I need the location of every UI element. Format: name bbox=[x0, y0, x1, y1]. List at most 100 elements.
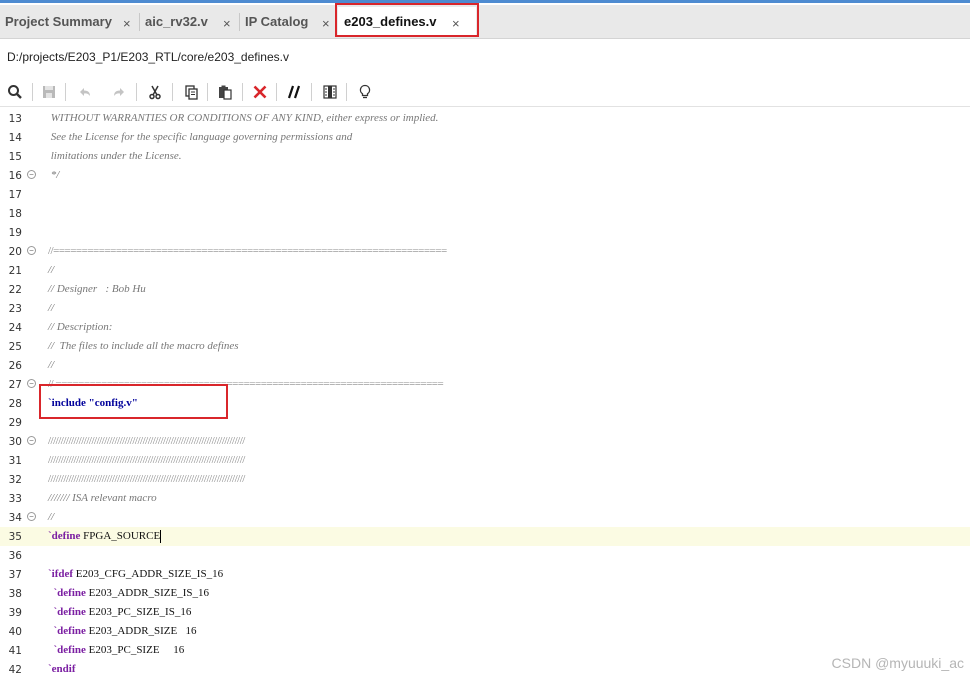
fold-toggle-icon[interactable]: − bbox=[27, 379, 36, 388]
code-line: 23 // bbox=[0, 299, 970, 318]
redo-icon[interactable] bbox=[108, 81, 130, 103]
line-text: // bbox=[48, 359, 55, 371]
search-icon[interactable] bbox=[4, 81, 26, 103]
code-line: 18 bbox=[0, 204, 970, 223]
tab-label: IP Catalog bbox=[245, 14, 309, 29]
tab-ip-catalog[interactable]: IP Catalog × bbox=[240, 7, 336, 35]
line-text: // bbox=[48, 264, 55, 276]
toolbar-separator bbox=[136, 83, 137, 101]
line-text: `define E203_PC_SIZE_IS_16 bbox=[48, 606, 192, 618]
line-number: 19 bbox=[8, 227, 22, 239]
define-keyword: `define bbox=[48, 644, 86, 656]
text-caret bbox=[160, 530, 162, 543]
code-line: 19 bbox=[0, 223, 970, 242]
line-text: `define FPGA_SOURCE bbox=[48, 530, 162, 543]
toolbar-separator bbox=[311, 83, 312, 101]
toolbar-separator bbox=[242, 83, 243, 101]
line-text: WITHOUT WARRANTIES OR CONDITIONS OF ANY … bbox=[48, 112, 439, 124]
code-line: 25 // The files to include all the macro… bbox=[0, 337, 970, 356]
line-number: 37 bbox=[8, 569, 22, 581]
quick-help-icon[interactable] bbox=[354, 81, 376, 103]
line-text: */ bbox=[48, 169, 60, 181]
code-line: 42 `endif bbox=[0, 660, 970, 679]
annotation-box-active-tab bbox=[335, 3, 479, 37]
line-text: `define E203_PC_SIZE 16 bbox=[48, 644, 185, 656]
close-icon[interactable]: × bbox=[123, 16, 131, 31]
fold-toggle-icon[interactable]: − bbox=[27, 436, 36, 445]
line-number: 13 bbox=[8, 113, 22, 125]
close-icon[interactable]: × bbox=[322, 16, 330, 31]
line-number: 14 bbox=[8, 132, 22, 144]
line-number: 36 bbox=[8, 550, 22, 562]
code-line: 30 − ///////////////////////////////////… bbox=[0, 432, 970, 451]
line-text: /////// ISA relevant macro bbox=[48, 492, 157, 504]
line-text: // bbox=[48, 302, 55, 314]
line-text: `define E203_ADDR_SIZE 16 bbox=[48, 625, 197, 637]
window-top-accent bbox=[0, 0, 970, 3]
save-icon[interactable] bbox=[38, 81, 60, 103]
code-line: 22 // Designer : Bob Hu bbox=[0, 280, 970, 299]
line-number: 22 bbox=[8, 284, 22, 296]
code-line: 15 limitations under the License. bbox=[0, 147, 970, 166]
code-line: 40 `define E203_ADDR_SIZE 16 bbox=[0, 622, 970, 641]
annotation-box-include bbox=[39, 384, 228, 419]
line-text: ////////////////////////////////////////… bbox=[48, 454, 245, 466]
code-line: 17 bbox=[0, 185, 970, 204]
ifdef-keyword: `ifdef bbox=[48, 568, 74, 580]
tab-aic-rv32[interactable]: aic_rv32.v × bbox=[140, 7, 238, 35]
code-line: 36 bbox=[0, 546, 970, 565]
code-line: 37 `ifdef E203_CFG_ADDR_SIZE_IS_16 bbox=[0, 565, 970, 584]
code-line: 26 // bbox=[0, 356, 970, 375]
line-number: 27 bbox=[8, 379, 22, 391]
define-keyword: `define bbox=[48, 606, 86, 618]
endif-keyword: `endif bbox=[48, 663, 76, 675]
code-line: 41 `define E203_PC_SIZE 16 bbox=[0, 641, 970, 660]
comment-icon[interactable] bbox=[284, 81, 306, 103]
line-number: 17 bbox=[8, 189, 22, 201]
paste-icon[interactable] bbox=[214, 81, 236, 103]
fold-toggle-icon[interactable]: − bbox=[27, 246, 36, 255]
tab-label: aic_rv32.v bbox=[145, 14, 208, 29]
line-text: `define E203_ADDR_SIZE_IS_16 bbox=[48, 587, 210, 599]
file-path: D:/projects/E203_P1/E203_RTL/core/e203_d… bbox=[7, 50, 289, 64]
code-line: 38 `define E203_ADDR_SIZE_IS_16 bbox=[0, 584, 970, 603]
code-line: 39 `define E203_PC_SIZE_IS_16 bbox=[0, 603, 970, 622]
fold-toggle-icon[interactable]: − bbox=[27, 170, 36, 179]
line-number: 21 bbox=[8, 265, 22, 277]
column-select-icon[interactable] bbox=[319, 81, 341, 103]
line-number: 39 bbox=[8, 607, 22, 619]
line-text: // bbox=[48, 511, 55, 523]
line-number: 29 bbox=[8, 417, 22, 429]
close-icon[interactable]: × bbox=[223, 16, 231, 31]
macro-name: E203_ADDR_SIZE 16 bbox=[85, 625, 197, 637]
editor-toolbar bbox=[0, 78, 970, 107]
line-number: 15 bbox=[8, 151, 22, 163]
delete-icon[interactable] bbox=[249, 81, 271, 103]
line-number: 16 bbox=[8, 170, 22, 182]
line-text: See the License for the specific languag… bbox=[48, 131, 353, 143]
line-text: `endif bbox=[48, 663, 76, 675]
tab-project-summary[interactable]: Project Summary × bbox=[0, 7, 138, 35]
line-number: 32 bbox=[8, 474, 22, 486]
line-number: 30 bbox=[8, 436, 22, 448]
cut-icon[interactable] bbox=[144, 81, 166, 103]
editor-tab-bar: Project Summary × aic_rv32.v × IP Catalo… bbox=[0, 5, 970, 39]
copy-icon[interactable] bbox=[180, 81, 202, 103]
define-keyword: `define bbox=[48, 587, 86, 599]
undo-icon[interactable] bbox=[74, 81, 96, 103]
define-keyword: `define bbox=[48, 625, 86, 637]
line-number: 42 bbox=[8, 664, 22, 676]
toolbar-separator bbox=[207, 83, 208, 101]
line-text: limitations under the License. bbox=[48, 150, 182, 162]
line-number: 40 bbox=[8, 626, 22, 638]
code-line: 33 /////// ISA relevant macro bbox=[0, 489, 970, 508]
line-text: // Designer : Bob Hu bbox=[48, 283, 146, 295]
line-text: // The files to include all the macro de… bbox=[48, 340, 239, 352]
toolbar-separator bbox=[172, 83, 173, 101]
line-number: 35 bbox=[8, 531, 22, 543]
toolbar-separator bbox=[276, 83, 277, 101]
macro-name: E203_CFG_ADDR_SIZE_IS_16 bbox=[73, 568, 224, 580]
fold-toggle-icon[interactable]: − bbox=[27, 512, 36, 521]
tab-label: Project Summary bbox=[5, 14, 112, 29]
code-line: 32 /////////////////////////////////////… bbox=[0, 470, 970, 489]
